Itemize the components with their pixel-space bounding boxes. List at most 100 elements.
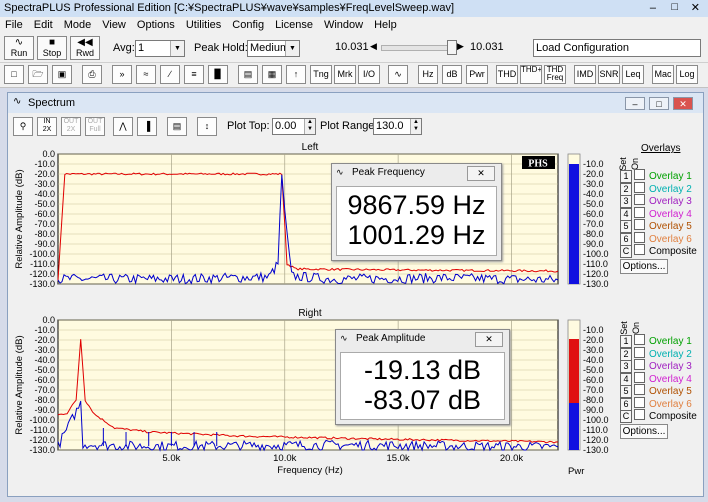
overlay-checkbox[interactable]	[634, 231, 645, 243]
zoom-icon[interactable]: ⚲	[13, 117, 33, 136]
new-file-icon[interactable]: □	[4, 65, 24, 84]
log-button[interactable]: Log	[676, 65, 698, 84]
overlay-checkbox[interactable]	[634, 346, 645, 358]
spectrum-plot-area[interactable]: Left0.0-10.0-20.0-30.0-40.0-50.0-60.0-70…	[8, 137, 620, 496]
maximize-icon[interactable]: □	[671, 1, 678, 13]
overlay-checkbox[interactable]	[634, 181, 645, 193]
bar-graph-icon[interactable]: ▐	[137, 117, 157, 136]
zoom-full-icon[interactable]: OUT Full	[85, 117, 105, 136]
menu-help[interactable]: Help	[369, 17, 403, 31]
imd-button[interactable]: IMD	[574, 65, 596, 84]
composite-checkbox[interactable]	[634, 409, 645, 420]
composite-row[interactable]: C Composite	[620, 244, 697, 258]
plot-top-input[interactable]: 0.00 ▲ ▼	[272, 118, 316, 135]
fast-forward-icon[interactable]: »	[112, 65, 132, 84]
y-tick-label: -120.0	[29, 435, 55, 445]
cursor-icon[interactable]: ↕	[197, 117, 217, 136]
waterfall-icon[interactable]: ≡	[184, 65, 204, 84]
menu-view[interactable]: View	[97, 17, 132, 31]
avg-select[interactable]: 1 ▼	[135, 40, 185, 57]
ramp-icon[interactable]: ∕	[160, 65, 180, 84]
close-icon[interactable]: ✕	[475, 332, 503, 347]
pwr-button[interactable]: Pwr	[466, 65, 488, 84]
overlay-options-button[interactable]: Options...	[620, 424, 668, 439]
bars-icon[interactable]: ▉	[208, 65, 228, 84]
table-icon[interactable]: ▤	[238, 65, 258, 84]
overlay-checkbox[interactable]	[634, 219, 645, 230]
overlay-checkbox[interactable]	[634, 371, 645, 383]
position-slider[interactable]	[381, 45, 455, 51]
hz-button[interactable]: Hz	[418, 65, 438, 84]
composite-row[interactable]: C Composite	[620, 409, 697, 423]
plot-range-input[interactable]: 130.0 ▲ ▼	[373, 118, 422, 135]
scroll-left-icon[interactable]: ◀	[370, 41, 377, 52]
stop-button[interactable]: ■ Stop	[37, 36, 67, 60]
menu-edit[interactable]: Edit	[29, 17, 59, 31]
overlay-checkbox[interactable]	[634, 206, 645, 218]
overlay-label: Overlay 1	[649, 171, 692, 182]
close-icon[interactable]: ✕	[691, 1, 700, 14]
menu-file[interactable]: File	[0, 17, 29, 31]
thd-button[interactable]: THD	[496, 65, 518, 84]
menu-config[interactable]: Config	[227, 17, 270, 31]
sine-generator-icon[interactable]: ∿	[388, 65, 408, 84]
y-tick-label: -10.0	[34, 159, 55, 169]
close-icon[interactable]: ✕	[467, 166, 495, 181]
meter-tick-label: -120.0	[583, 435, 609, 445]
meter-tick-label: -80.0	[583, 395, 604, 405]
marker-up-icon[interactable]: ↑	[286, 65, 306, 84]
overlay-checkbox[interactable]	[634, 359, 645, 370]
peak-frequency-popup[interactable]: ∿ Peak Frequency ✕ 9867.59 Hz 1001.29 Hz	[331, 163, 502, 261]
peak-amplitude-left: -19.13 dB	[363, 355, 482, 385]
phase-icon[interactable]: ≈	[136, 65, 156, 84]
db-button[interactable]: dB	[442, 65, 462, 84]
window-minimize-icon[interactable]: –	[625, 97, 645, 110]
window-close-icon[interactable]: ✕	[673, 97, 693, 110]
thd-freq-button[interactable]: THD Freq	[544, 65, 566, 84]
io-button[interactable]: I/O	[358, 65, 380, 84]
tng-button[interactable]: Tng	[310, 65, 332, 84]
composite-checkbox[interactable]	[634, 244, 645, 255]
position-slider-thumb[interactable]	[447, 40, 457, 55]
zoom-out-2x-icon[interactable]: OUT 2X	[61, 117, 81, 136]
scroll-right-icon[interactable]: ▶	[457, 41, 464, 52]
spectrogram-icon[interactable]: ▦	[262, 65, 282, 84]
line-graph-icon[interactable]: ⋀	[113, 117, 133, 136]
menu-utilities[interactable]: Utilities	[181, 17, 227, 31]
printer-icon[interactable]: ⎙	[82, 65, 102, 84]
minimize-icon[interactable]: –	[650, 2, 656, 14]
level-meter-blue-bar	[569, 403, 579, 450]
peak-amplitude-readout: -19.13 dB -83.07 dB	[340, 352, 505, 420]
meter-tick-label: -120.0	[583, 269, 609, 279]
overlay-checkbox[interactable]	[634, 169, 645, 180]
thd-n-button[interactable]: THD+N	[520, 65, 542, 84]
overlay-options-button[interactable]: Options...	[620, 259, 668, 274]
save-disk-icon[interactable]: ▣	[52, 65, 72, 84]
menu-window[interactable]: Window	[319, 17, 369, 31]
composite-set-button[interactable]: C	[620, 245, 632, 258]
overlay-checkbox[interactable]	[634, 334, 645, 345]
load-configuration-select[interactable]: Load Configuration	[533, 39, 701, 57]
leq-button[interactable]: Leq	[622, 65, 644, 84]
menu-mode[interactable]: Mode	[59, 17, 98, 31]
data-table-icon[interactable]: ▤	[167, 117, 187, 136]
window-restore-icon[interactable]: □	[649, 97, 669, 110]
meter-tick-label: -10.0	[583, 159, 604, 169]
zoom-in-2x-icon[interactable]: IN 2X	[37, 117, 57, 136]
mrk-button[interactable]: Mrk	[334, 65, 356, 84]
snr-button[interactable]: SNR	[598, 65, 620, 84]
menu-options[interactable]: Options	[132, 17, 181, 31]
open-folder-icon[interactable]: 🗁	[28, 65, 48, 84]
x-tick-label: 20.0k	[500, 453, 523, 464]
rewind-button[interactable]: ◀◀ Rwd	[70, 36, 100, 60]
overlay-checkbox[interactable]	[634, 194, 645, 205]
run-button[interactable]: ∿ Run	[4, 36, 34, 60]
overlay-checkbox[interactable]	[634, 384, 645, 395]
menu-license[interactable]: License	[270, 17, 319, 31]
peak-hold-select[interactable]: Medium ▼	[247, 40, 300, 57]
peak-amplitude-popup[interactable]: ∿ Peak Amplitude ✕ -19.13 dB -83.07 dB	[335, 329, 510, 425]
y-tick-label: -100.0	[29, 249, 55, 259]
mac-button[interactable]: Mac	[652, 65, 674, 84]
composite-set-button[interactable]: C	[620, 410, 632, 423]
overlay-checkbox[interactable]	[634, 396, 645, 408]
